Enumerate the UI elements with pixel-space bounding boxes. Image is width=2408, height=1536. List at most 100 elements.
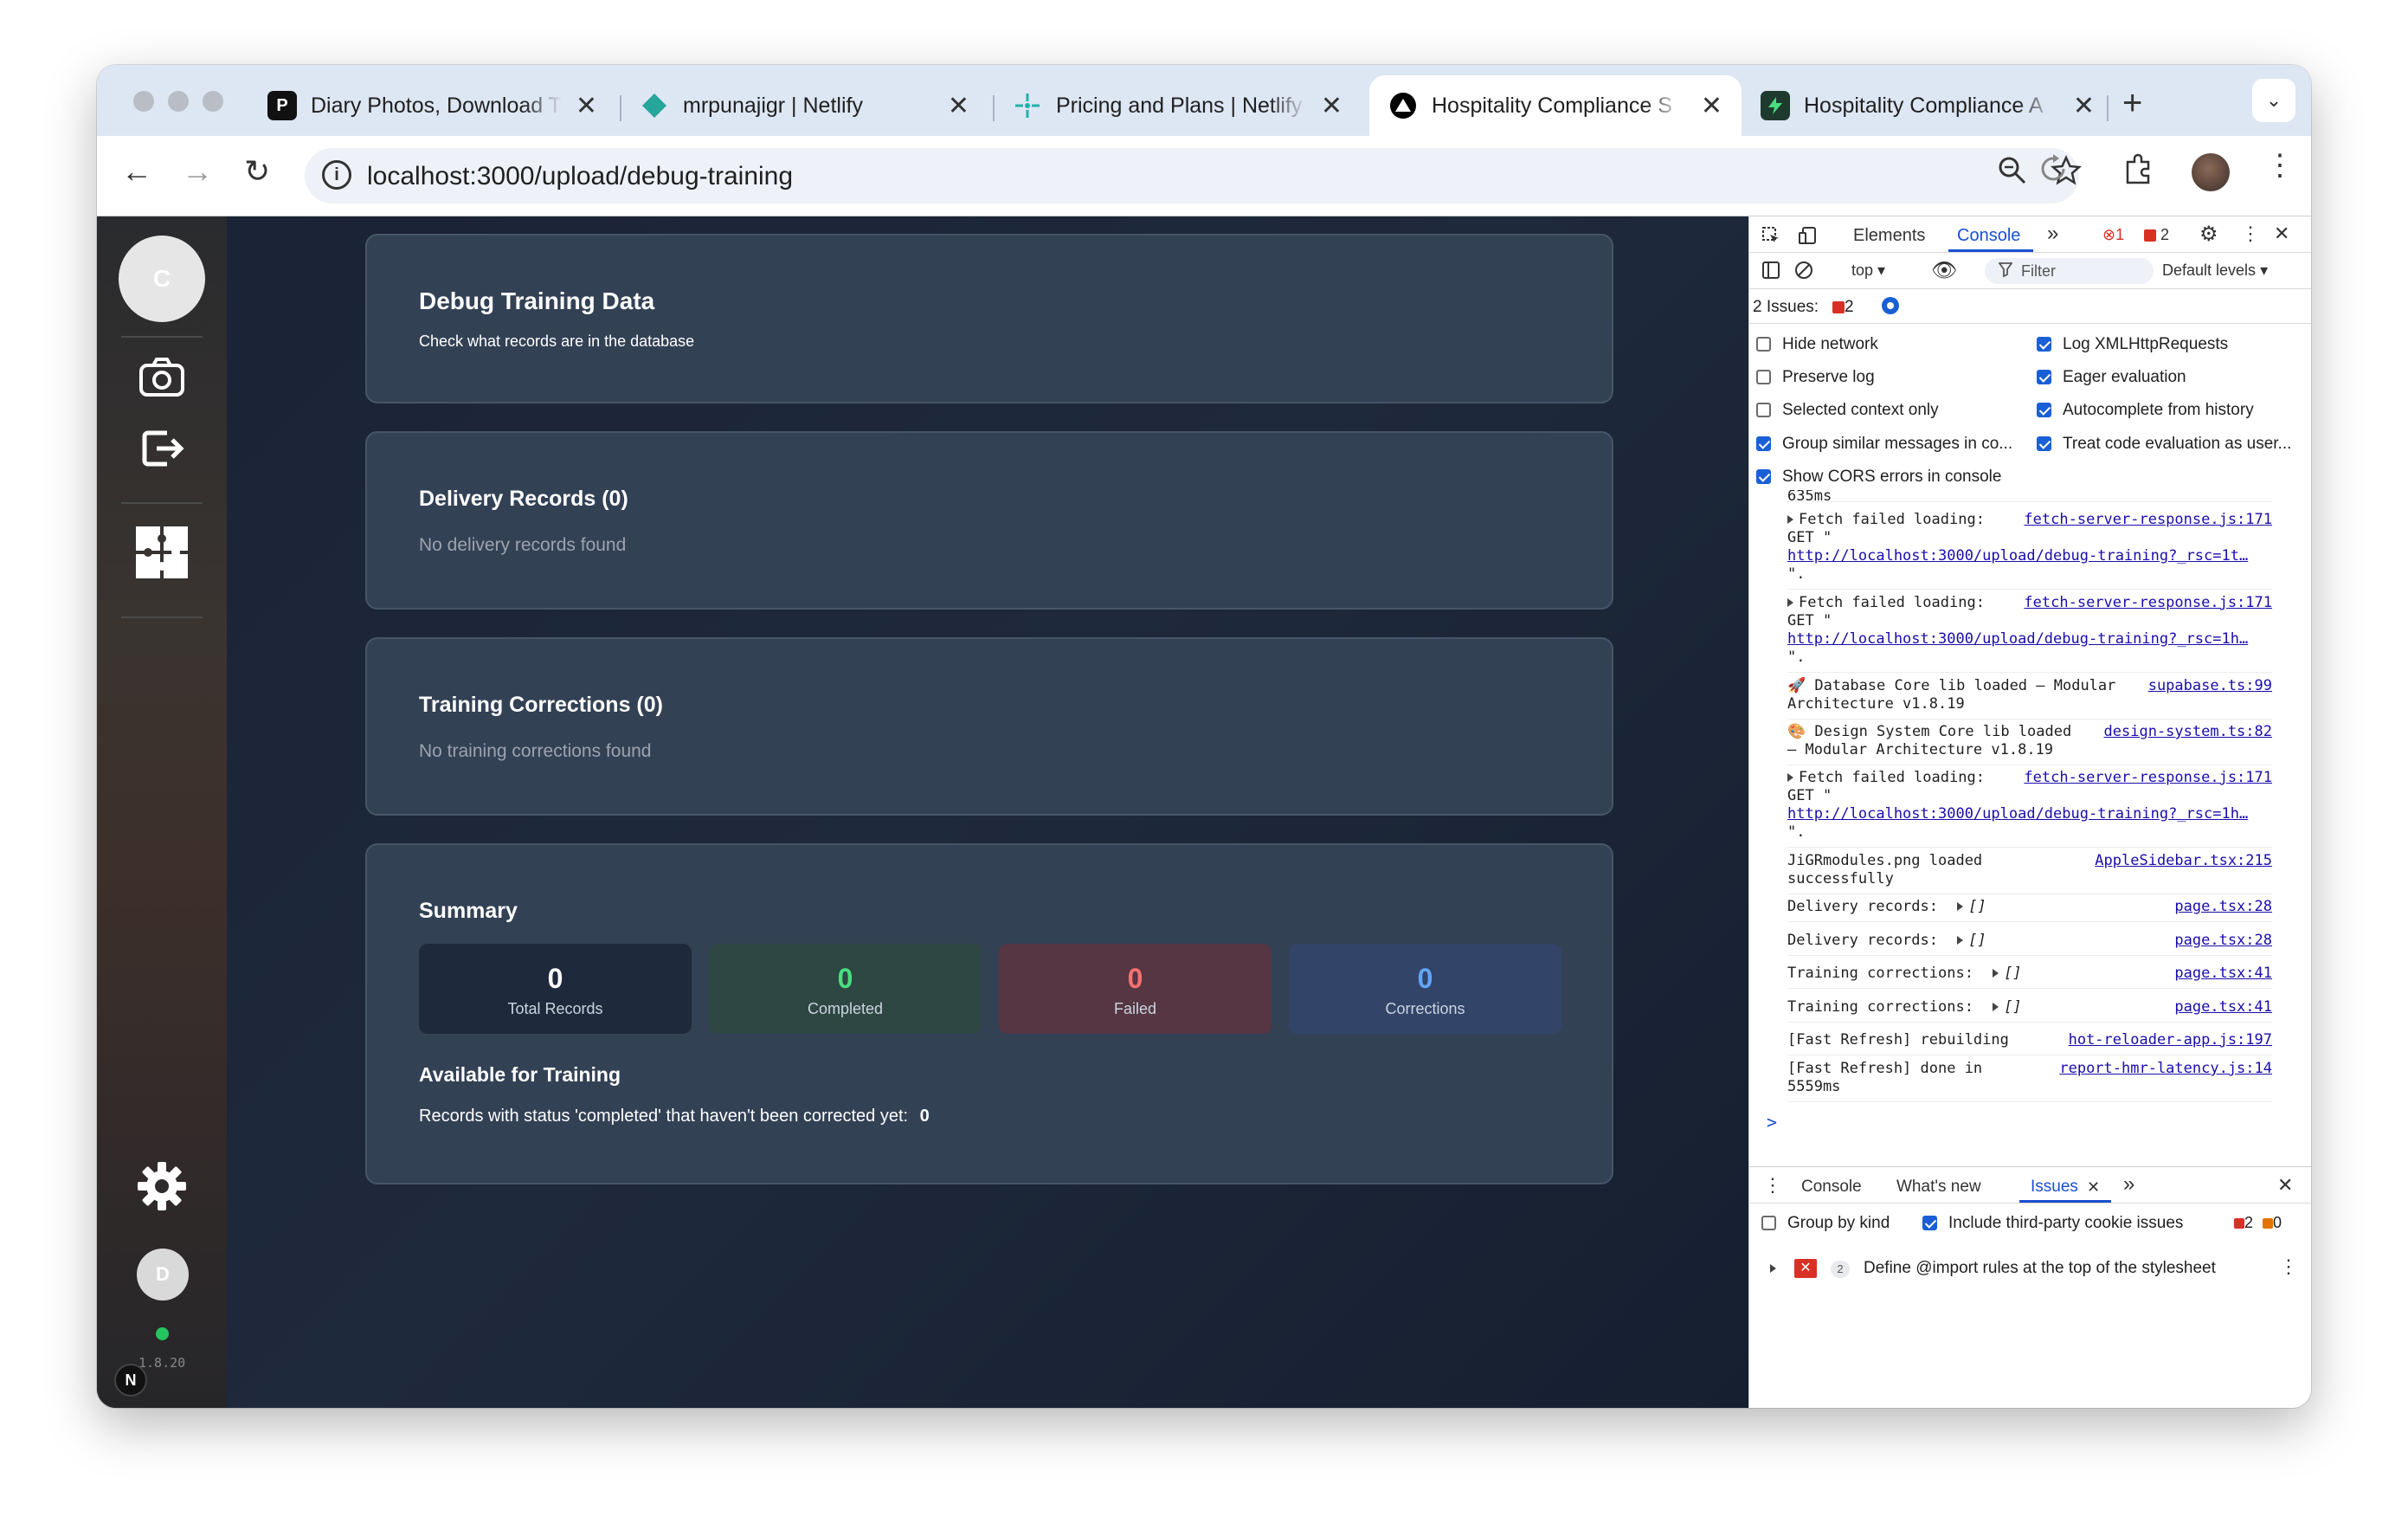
issues-badge[interactable]: 2: [1832, 298, 1854, 317]
inspect-element-icon[interactable]: [1761, 226, 1780, 250]
close-window-button[interactable]: [133, 91, 154, 112]
clear-console-icon[interactable]: [1794, 261, 1813, 285]
address-bar[interactable]: i localhost:3000/upload/debug-training: [305, 148, 2083, 203]
url-text[interactable]: localhost:3000/upload/debug-training: [367, 162, 793, 191]
profile-avatar[interactable]: [2192, 153, 2230, 191]
user-avatar[interactable]: D: [137, 1249, 189, 1300]
live-expression-eye-icon[interactable]: 👁: [1931, 258, 1957, 283]
nextjs-dev-indicator-icon[interactable]: N: [114, 1364, 147, 1397]
issue-count-badge[interactable]: 2: [2144, 226, 2169, 244]
include-third-party-checkbox[interactable]: [1922, 1216, 1937, 1230]
tab-diary-photos[interactable]: P Diary Photos, Download T ✕: [248, 75, 616, 136]
log-levels-dropdown[interactable]: Default levels ▾: [2162, 261, 2268, 280]
issues-settings-gear-icon[interactable]: [1879, 294, 1902, 322]
site-info-icon[interactable]: i: [322, 160, 351, 190]
settings-gear-icon[interactable]: [136, 1160, 188, 1212]
log-message: [Fast Refresh] rebuilding: [1787, 1031, 2009, 1049]
log-xhr-checkbox[interactable]: [2037, 337, 2051, 352]
extensions-puzzle-icon[interactable]: [2121, 152, 2155, 194]
close-issues-tab-icon[interactable]: ✕: [2087, 1178, 2100, 1197]
sign-out-icon[interactable]: [138, 424, 186, 473]
log-fetch-failed[interactable]: fetch-server-response.js:171 Fetch faile…: [1787, 769, 2272, 848]
drawer-tab-issues[interactable]: Issues: [2031, 1178, 2078, 1197]
camera-icon[interactable]: [138, 353, 186, 402]
expand-triangle-icon[interactable]: [1787, 773, 1793, 782]
issue-row[interactable]: ✕ 2 Define @import rules at the top of t…: [1749, 1247, 2311, 1292]
expand-triangle-icon[interactable]: [1957, 902, 1964, 911]
log-source-link[interactable]: hot-reloader-app.js:197: [2069, 1031, 2272, 1049]
tab-elements[interactable]: Elements: [1853, 226, 1925, 246]
log-source-link[interactable]: fetch-server-response.js:171: [2024, 769, 2272, 787]
show-cors-checkbox[interactable]: [1756, 469, 1771, 484]
tab-hospitality-compliance-active[interactable]: Hospitality Compliance S ✕: [1369, 75, 1742, 136]
back-arrow-icon[interactable]: ←: [121, 153, 152, 190]
log-url-link[interactable]: http://localhost:3000/upload/debug-train…: [1787, 547, 2248, 565]
sidebar-toggle-icon[interactable]: [1761, 261, 1780, 285]
log-source-link[interactable]: page.tsx:28: [2174, 932, 2272, 950]
selected-context-checkbox[interactable]: [1756, 403, 1771, 417]
log-url-link[interactable]: http://localhost:3000/upload/debug-train…: [1787, 630, 2248, 648]
close-drawer-icon[interactable]: ✕: [2277, 1174, 2293, 1197]
close-tab-icon[interactable]: ✕: [1701, 91, 1722, 121]
zoom-search-icon[interactable]: [1997, 155, 2028, 194]
zoom-window-button[interactable]: [203, 91, 223, 112]
tab-hospitality-compliance-2[interactable]: Hospitality Compliance A ✕: [1742, 75, 2114, 136]
tab-pricing-plans[interactable]: Pricing and Plans | Netlify ✕: [994, 75, 1362, 136]
close-tab-icon[interactable]: ✕: [948, 91, 969, 121]
expand-issue-triangle-icon[interactable]: [1770, 1264, 1776, 1273]
history-sync-icon[interactable]: [2036, 152, 2070, 194]
close-tab-icon[interactable]: ✕: [2073, 91, 2095, 121]
minimize-window-button[interactable]: [168, 91, 189, 112]
tab-search-chevron-icon[interactable]: ⌄: [2252, 79, 2295, 122]
hide-network-checkbox[interactable]: [1756, 337, 1771, 352]
tab-netlify[interactable]: mrpunajigr | Netlify ✕: [621, 75, 988, 136]
group-similar-checkbox[interactable]: [1756, 436, 1771, 451]
log-source-link[interactable]: AppleSidebar.tsx:215: [2095, 852, 2272, 870]
log-source-link[interactable]: supabase.ts:99: [2148, 677, 2272, 695]
new-tab-plus-icon[interactable]: +: [2122, 84, 2142, 123]
expand-triangle-icon[interactable]: [1993, 1003, 1999, 1011]
close-tab-icon[interactable]: ✕: [1321, 91, 1342, 121]
issue-kebab-icon[interactable]: ⋮: [2279, 1255, 2298, 1278]
devtools-settings-gear-icon[interactable]: ⚙: [2199, 222, 2218, 247]
expand-triangle-icon[interactable]: [1787, 515, 1793, 524]
close-devtools-icon[interactable]: ✕: [2274, 223, 2289, 245]
devtools-kebab-icon[interactable]: ⋮: [2241, 223, 2260, 245]
modules-puzzle-icon[interactable]: [134, 525, 190, 580]
drawer-more-tabs-chevron-icon[interactable]: »: [2123, 1172, 2134, 1197]
show-cors-label: Show CORS errors in console: [1782, 468, 2002, 486]
autocomplete-checkbox[interactable]: [2037, 403, 2051, 417]
log-source-link[interactable]: fetch-server-response.js:171: [2024, 594, 2272, 612]
log-fetch-failed[interactable]: fetch-server-response.js:171 Fetch faile…: [1787, 594, 2272, 673]
close-tab-icon[interactable]: ✕: [576, 91, 597, 121]
error-count-badge[interactable]: ⊗1: [2102, 226, 2124, 244]
drawer-kebab-icon[interactable]: ⋮: [1763, 1174, 1782, 1197]
expand-triangle-icon[interactable]: [1993, 969, 1999, 978]
drawer-tab-console[interactable]: Console: [1801, 1178, 1862, 1197]
device-toolbar-icon[interactable]: [1798, 226, 1819, 250]
log-source-link[interactable]: design-system.ts:82: [2104, 723, 2272, 741]
more-tabs-chevron-icon[interactable]: »: [2047, 222, 2058, 246]
log-source-link[interactable]: fetch-server-response.js:171: [2024, 511, 2272, 529]
eager-evaluation-checkbox[interactable]: [2037, 370, 2051, 384]
log-source-link[interactable]: page.tsx:41: [2174, 998, 2272, 1016]
reload-icon[interactable]: ↻: [244, 153, 270, 190]
expand-triangle-icon[interactable]: [1787, 598, 1793, 607]
chrome-menu-kebab-icon[interactable]: ⋮: [2265, 148, 2295, 183]
log-source-link[interactable]: page.tsx:41: [2174, 965, 2272, 983]
preserve-log-checkbox[interactable]: [1756, 370, 1771, 384]
console-prompt[interactable]: >: [1767, 1112, 1777, 1133]
group-by-kind-checkbox[interactable]: [1761, 1216, 1776, 1230]
log-fetch-failed[interactable]: fetch-server-response.js:171 Fetch faile…: [1787, 511, 2272, 590]
company-avatar[interactable]: C: [119, 236, 205, 322]
forward-arrow-icon[interactable]: →: [182, 153, 213, 190]
treat-code-eval-checkbox[interactable]: [2037, 436, 2051, 451]
console-filter-input[interactable]: Filter: [1985, 258, 2154, 284]
log-url-link[interactable]: http://localhost:3000/upload/debug-train…: [1787, 805, 2248, 823]
expand-triangle-icon[interactable]: [1957, 936, 1964, 945]
context-selector[interactable]: top ▾: [1851, 261, 1885, 280]
drawer-tab-whats-new[interactable]: What's new: [1896, 1178, 1981, 1197]
log-source-link[interactable]: page.tsx:28: [2174, 898, 2272, 916]
tab-console[interactable]: Console: [1957, 226, 2020, 246]
log-source-link[interactable]: report-hmr-latency.js:14: [2059, 1060, 2272, 1078]
